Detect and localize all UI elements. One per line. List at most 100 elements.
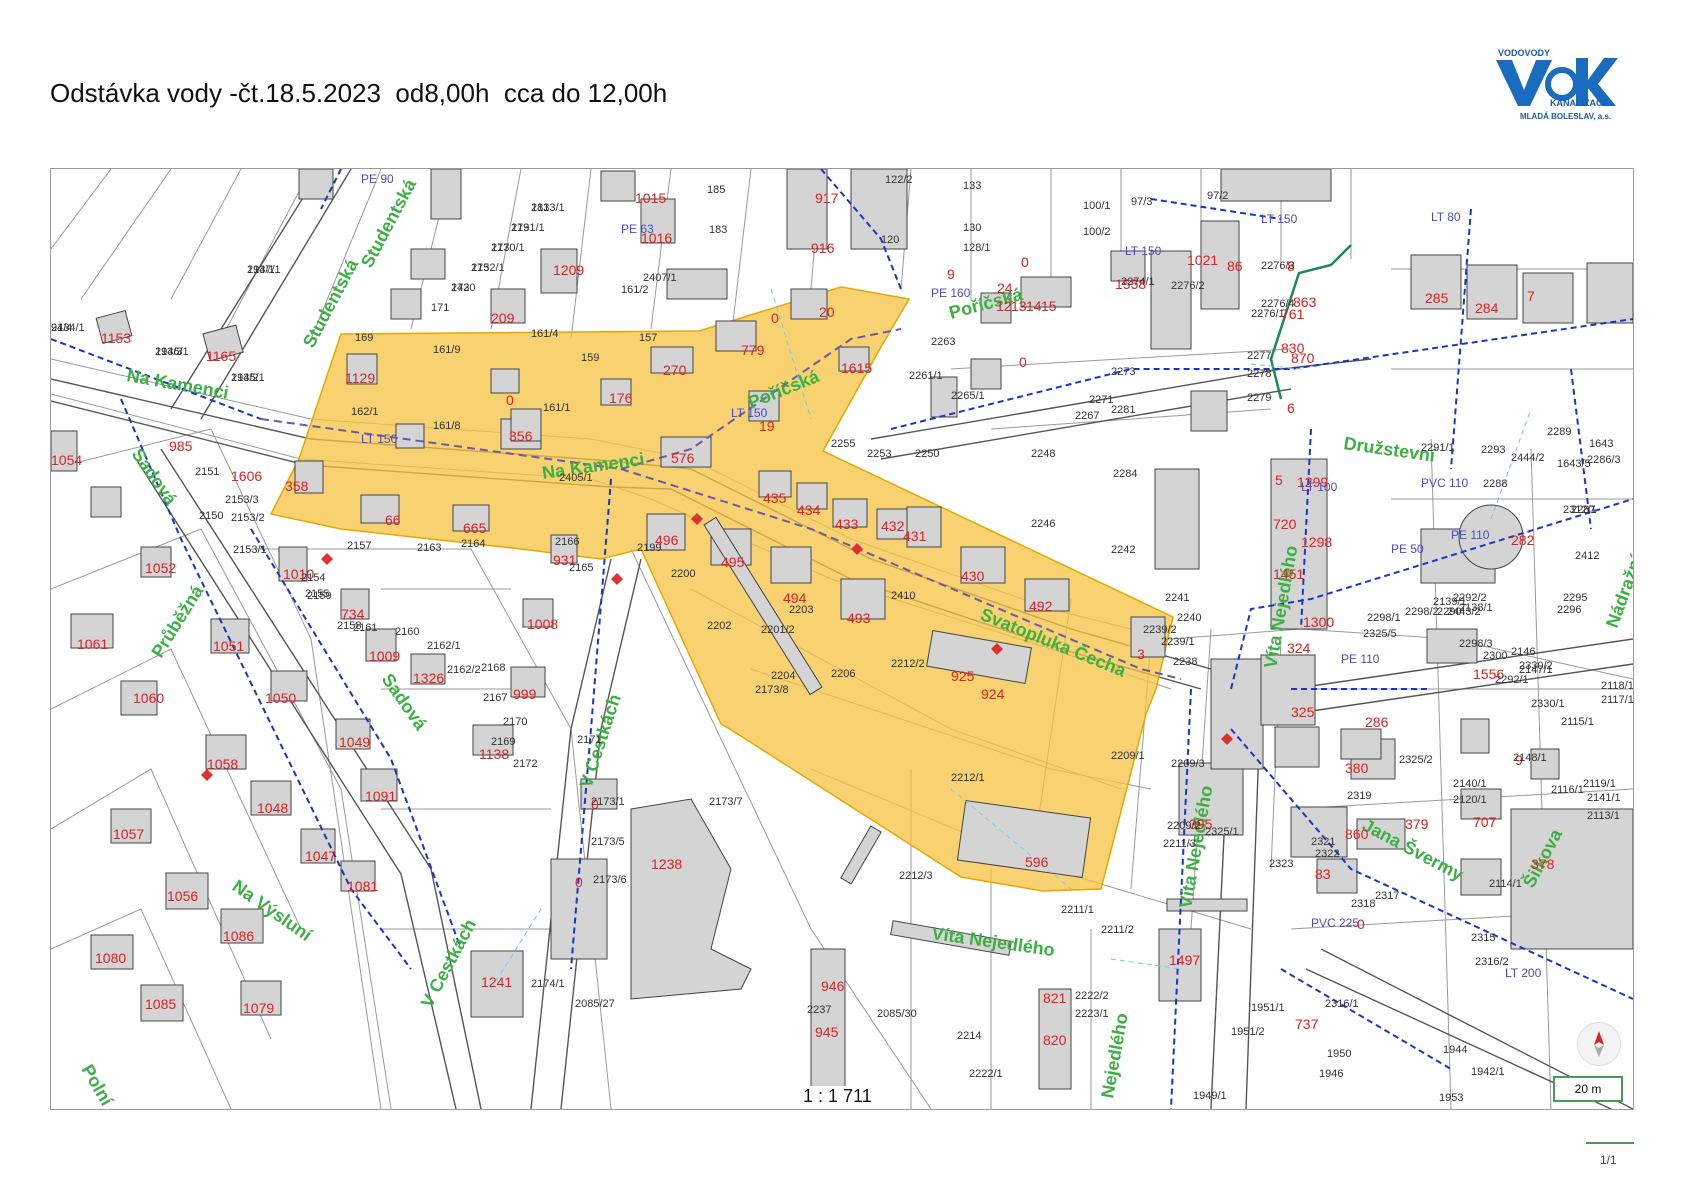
parcel-number-label: 2274/1 xyxy=(1121,276,1155,288)
pipe-label: LT 150 xyxy=(1125,244,1162,258)
parcel-number-label: 2316/1 xyxy=(1325,998,1359,1010)
parcel-number-label: 159 xyxy=(581,352,599,364)
house-number-label: 1091 xyxy=(365,788,396,804)
house-number-label: 860 xyxy=(1345,826,1369,842)
parcel-number-label: 2153/2 xyxy=(231,512,265,524)
pipe-labels: LT 150 LT 150 LT 150 LT 150 PE 90 PE 63 PE 110… xyxy=(361,172,1542,980)
parcel-number-label: 2273 xyxy=(1111,366,1135,378)
parcel-number-label: 2166 xyxy=(555,536,579,548)
parcel-number-label: 2211/1 xyxy=(1061,904,1094,916)
house-number-label: 1049 xyxy=(339,734,370,750)
pipe-label: PVC 225 xyxy=(1311,916,1359,930)
parcel-number-label: 2240 xyxy=(1177,612,1201,624)
parcel-number-label: 2199 xyxy=(637,542,661,554)
pipe-label: PVC 110 xyxy=(1421,476,1468,490)
parcel-number-label: 2167 xyxy=(483,692,507,704)
house-number-label: 924 xyxy=(981,686,1005,702)
house-number-label: 325 xyxy=(1291,704,1315,720)
house-number-label: 19 xyxy=(759,418,775,434)
house-number-label: 492 xyxy=(1029,598,1053,614)
house-number-label: 380 xyxy=(1345,760,1369,776)
parcel-number-label: 2138/1 xyxy=(1459,602,1493,614)
parcel-number-label: 1946 xyxy=(1319,1068,1343,1080)
parcel-number-label: 2150 xyxy=(199,510,223,522)
parcel-number-label: 2134/1 xyxy=(51,322,85,334)
parcel-number-label: 2209/2 xyxy=(1167,820,1201,832)
house-number-label: 1060 xyxy=(133,690,164,706)
parcel-number-label: 2279 xyxy=(1247,392,1271,404)
house-number-label: 916 xyxy=(811,240,835,256)
parcel-number-label: 2115/1 xyxy=(1561,716,1594,728)
parcel-number-label: 2154 xyxy=(301,572,325,584)
street-label: Nejedlého xyxy=(1097,1011,1132,1099)
parcel-number-label: 2407/1 xyxy=(643,272,677,284)
house-number-label: 0 xyxy=(771,310,779,326)
parcel-number-label: 122/2 xyxy=(885,174,913,186)
parcel-number-label: 2412 xyxy=(1575,550,1599,562)
parcel-number-label: 2163 xyxy=(417,542,441,554)
parcel-number-label: 133 xyxy=(963,180,981,192)
north-arrow-icon[interactable] xyxy=(1577,1022,1621,1066)
parcel-number-label: 1643 xyxy=(1589,438,1613,450)
parcel-number-label: 2212/1 xyxy=(951,772,985,784)
parcel-number-label: 100/2 xyxy=(1083,226,1111,238)
parcel-number-label: 2201/2 xyxy=(761,624,795,636)
map[interactable]: Studentská Studentská Na Kamenci Na Kame… xyxy=(50,168,1634,1110)
parcel-number-label: 2253 xyxy=(867,448,891,460)
house-number-label: 596 xyxy=(1025,854,1049,870)
parcel-number-label: 2321 xyxy=(1311,836,1335,848)
pipe-label: PE 110 xyxy=(1451,528,1490,542)
parcel-number-label: 2322 xyxy=(1315,848,1339,860)
house-number-label: 286 xyxy=(1365,714,1389,730)
scale-ratio: 1 : 1 711 xyxy=(800,1086,875,1107)
parcel-number-label: 2288 xyxy=(1483,478,1507,490)
parcel-number-label: 2316/2 xyxy=(1475,956,1509,968)
parcel-number-label: 185 xyxy=(707,184,725,196)
house-number-label: 1326 xyxy=(413,670,444,686)
parcel-number-label: 2263 xyxy=(931,336,955,348)
parcel-number-label: 2325/5 xyxy=(1363,628,1397,640)
house-number-label: 324 xyxy=(1287,640,1311,656)
house-number-label: 1241 xyxy=(481,974,512,990)
parcel-number-label: 2278 xyxy=(1247,368,1271,380)
house-number-label: 434 xyxy=(797,502,821,518)
house-number-label: 1129 xyxy=(345,370,375,386)
parcel-number-label: 2248 xyxy=(1031,448,1055,460)
parcel-number-label: 2223/1 xyxy=(1075,1008,1109,1020)
parcel-number-label: 2277 xyxy=(1247,350,1271,362)
pipe-label: PE 110 xyxy=(1341,652,1380,666)
house-number-label: 1298 xyxy=(1301,534,1332,550)
parcel-number-label: 2118/1 xyxy=(1601,680,1633,692)
house-number-label: 1138 xyxy=(479,746,509,762)
house-number-label: 0 xyxy=(1019,354,1027,370)
parcel-number-label: 2242 xyxy=(1111,544,1135,556)
parcel-number-label: 2117/1 xyxy=(1601,694,1633,706)
house-number-label: 1079 xyxy=(243,1000,274,1016)
parcel-number-label: 2114/1 xyxy=(1489,878,1522,890)
parcel-number-label: 2153/3 xyxy=(225,494,259,506)
page-divider xyxy=(1586,1142,1634,1144)
parcel-number-label: 2255 xyxy=(831,438,855,450)
parcel-number-label: 2173/7 xyxy=(709,796,743,808)
parcel-number-label: 2291/1 xyxy=(1421,442,1455,454)
street-label: Na Kamenci xyxy=(541,449,646,483)
parcel-number-label: 183 xyxy=(709,224,727,236)
parcel-number-label: 2239/2 xyxy=(1143,624,1177,636)
house-number-label: 999 xyxy=(513,686,537,702)
house-number-label: 14 xyxy=(1026,298,1042,314)
parcel-number-label: 2130/1 xyxy=(491,242,525,254)
house-number-label: 1165 xyxy=(206,348,236,364)
parcel-number-label: 2173/1 xyxy=(591,796,625,808)
house-number-label: 1052 xyxy=(145,560,176,576)
street-label: Nádražní xyxy=(1602,551,1633,630)
house-number-label: 284 xyxy=(1475,300,1499,316)
house-number-label: 430 xyxy=(961,568,985,584)
house-number-label: 435 xyxy=(763,490,787,506)
house-number-label: 378 xyxy=(1531,856,1555,872)
parcel-number-label: 2136/1 xyxy=(155,346,189,358)
house-number-label: 86 xyxy=(1227,258,1243,274)
pipe-label: LT 200 xyxy=(1505,966,1542,980)
parcel-number-label: 1949/1 xyxy=(1193,1090,1227,1102)
parcel-number-label: 2209/1 xyxy=(1111,750,1145,762)
parcel-number-label: 2214 xyxy=(957,1030,981,1042)
